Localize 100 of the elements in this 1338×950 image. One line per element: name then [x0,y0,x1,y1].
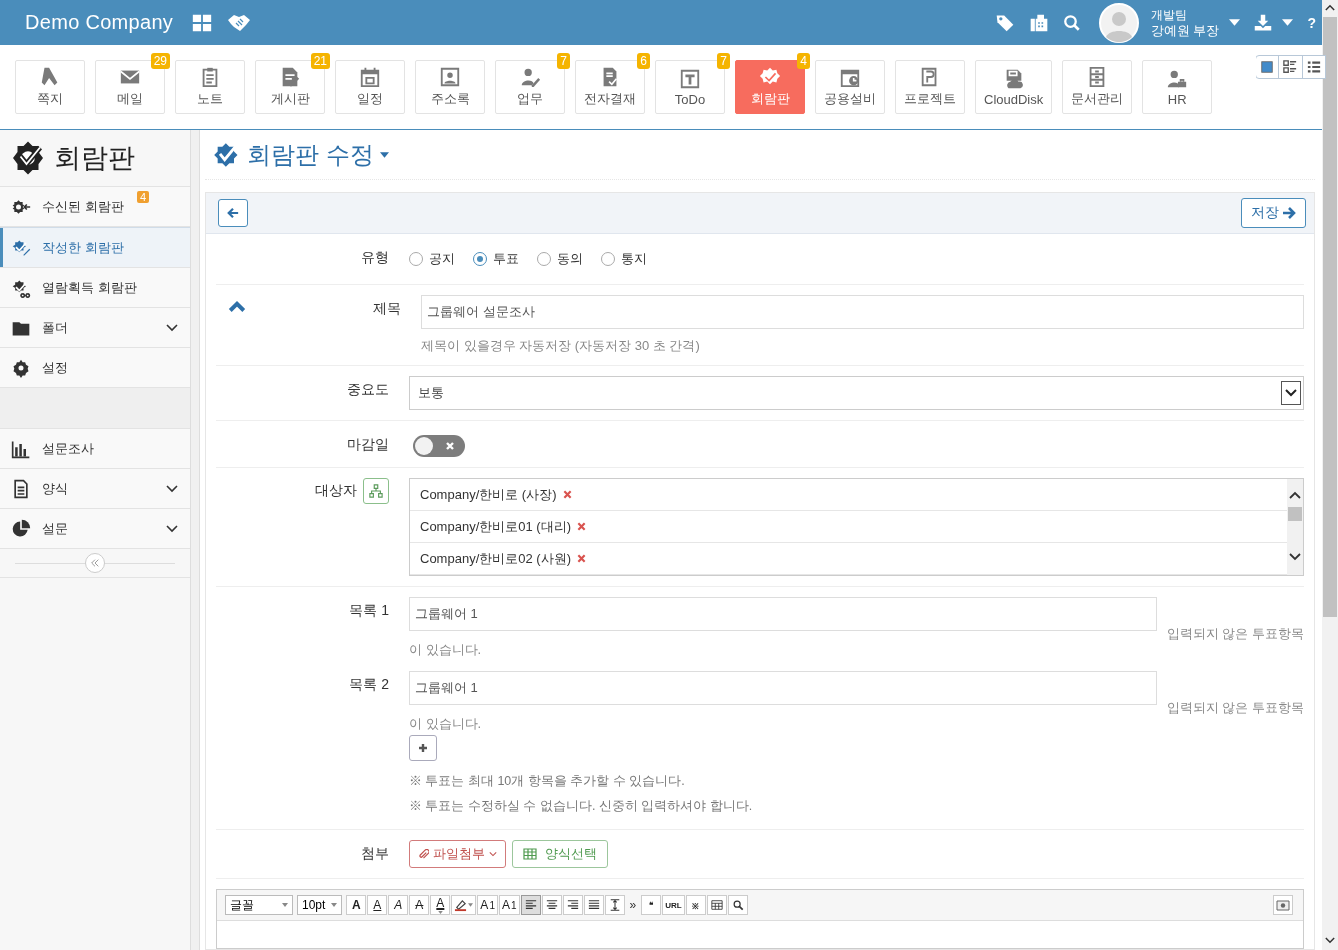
count-badge: 4 [137,191,150,203]
arrow-right-icon [1282,206,1296,220]
image-button[interactable] [1273,895,1293,915]
app-tab[interactable]: 문서관리 [1062,60,1133,114]
more-button[interactable]: » [625,898,641,912]
recipient-item: Company/한비로02 (사원) [420,549,571,568]
remove-icon[interactable] [577,522,586,531]
line-height-button[interactable] [604,895,625,915]
recipient-item: Company/한비로 (사장) [420,485,557,504]
tile-view-button[interactable] [1278,55,1303,79]
priority-select[interactable]: 보통 [409,376,1304,410]
count-badge: 7 [557,53,570,69]
page-title[interactable]: 회람판 수정 [247,138,374,171]
table-button[interactable] [706,895,727,915]
card-view-button[interactable] [1256,55,1280,79]
app-icon [519,66,541,88]
warning-text: 입력되지 않은 투표항목 [1166,699,1304,717]
font-color-button[interactable]: A [430,895,451,915]
app-tab[interactable]: 프로젝트 [895,60,965,114]
field-label: 목록 1 [349,602,389,620]
scrollbar[interactable] [1322,0,1338,950]
template-button[interactable]: 양식선택 [512,840,608,868]
caret-icon[interactable] [1282,19,1294,26]
url-button[interactable]: URL [662,895,685,915]
align-right-button[interactable] [562,895,583,915]
tile-icon [1283,60,1298,74]
radio-button[interactable] [473,252,487,266]
vote-item-field[interactable]: 그룹웨어 1 [409,671,1157,705]
save-button[interactable]: 저장 [1241,198,1306,228]
deadline-toggle[interactable] [413,435,465,457]
app-tab[interactable]: 노트 [175,60,245,114]
note-text: ※ 투표는 수정하실 수 없습니다. 신중히 입력하셔야 합니다. [409,798,754,815]
line-height-icon [608,899,621,911]
scrollbar-thumb[interactable] [1323,17,1337,617]
app-tab[interactable]: CloudDisk [975,60,1053,114]
caret-icon [437,911,443,914]
search-icon [731,899,744,911]
vote-item-field[interactable]: 그룹웨어 1 [409,597,1157,631]
note-text: ※ 투표는 최대 10개 항목을 추가할 수 있습니다. [409,773,686,790]
search-button[interactable] [727,895,748,915]
field-label: 마감일 [347,436,389,454]
sidebar-item[interactable]: 작성한 회람판 [0,227,190,268]
chevron-up-icon[interactable] [228,300,246,312]
user-name[interactable]: 강예원 부장 [1150,22,1220,38]
quote-button[interactable]: ❝ [641,895,662,915]
radio-option[interactable]: 투표 [473,250,519,268]
strikethrough-button[interactable]: A [409,895,430,915]
chevron-up-icon [1289,491,1301,499]
caret-icon[interactable] [379,151,389,158]
org-chart-button[interactable] [363,478,389,504]
close-icon [445,441,455,451]
field-label: 대상자 [315,482,357,500]
radio-option[interactable]: 동의 [537,250,583,268]
list-view-button[interactable] [1301,55,1326,79]
radio-button[interactable] [537,252,551,266]
scrollbar[interactable] [1287,479,1303,575]
subject-field[interactable]: 그룹웨어 설문조사 [421,295,1304,329]
align-center-icon [545,899,558,911]
avatar[interactable] [1098,2,1139,43]
app-tab[interactable]: 일정 [335,60,405,114]
help-text: 제목이 있을경우 자동저장 (자동저장 30 초 간격) [421,337,701,355]
justify-button[interactable] [583,895,604,915]
attach-file-button[interactable]: 파일첨부 [409,840,506,868]
app-tab[interactable]: 쪽지 [15,60,85,114]
caret-icon[interactable] [1229,19,1241,26]
app-tab[interactable]: 공용설비 [815,60,885,114]
download-icon[interactable] [1254,13,1273,32]
company-name[interactable]: Demo Company [25,11,174,34]
radio-option[interactable]: 통지 [601,250,647,268]
fax-icon[interactable] [1028,12,1049,33]
chevron-down-icon [1285,389,1297,397]
field-label: 목록 2 [349,676,389,694]
app-tab[interactable]: 주소록 [415,60,485,114]
radio-button[interactable] [409,252,423,266]
radio-option[interactable]: 공지 [409,250,455,268]
align-center-button[interactable] [541,895,562,915]
arrow-left-icon [227,207,239,219]
italic-button[interactable]: A [388,895,409,915]
radio-button[interactable] [601,252,615,266]
align-left-button[interactable] [520,895,541,915]
add-item-button[interactable] [409,735,437,761]
symbol-button[interactable]: ※ [685,895,706,915]
underline-button[interactable]: A [367,895,388,915]
search-icon[interactable] [1062,13,1081,32]
remove-icon[interactable] [577,554,586,563]
org-chart-icon [369,484,383,498]
scrollbar-thumb[interactable] [1288,507,1302,521]
back-button[interactable] [218,199,248,227]
bold-button[interactable]: A [346,895,367,915]
caret-icon [282,903,288,907]
table-icon [523,848,537,860]
app-tab[interactable]: HR [1142,60,1213,114]
font-select[interactable]: 글꼴 [225,895,293,915]
gear-check-icon [10,140,46,176]
remove-icon[interactable] [562,490,572,499]
size-select[interactable]: 10pt [297,895,343,915]
chevron-down-icon [489,851,497,857]
warning-text: 이 있습니다. [409,717,483,731]
highlight-button[interactable] [451,895,477,915]
help-link[interactable]: ? [1307,14,1316,31]
